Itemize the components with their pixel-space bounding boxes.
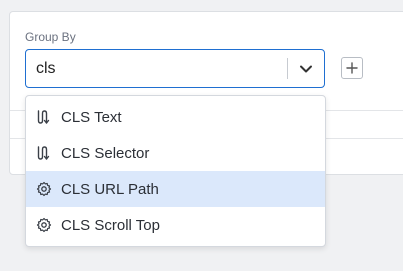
menu-item-cls-url-path[interactable]: CLS URL Path: [26, 171, 325, 207]
group-by-label: Group By: [25, 30, 76, 44]
add-group-button[interactable]: [341, 57, 363, 79]
chevron-down-icon[interactable]: [297, 60, 315, 78]
plus-icon: [346, 62, 358, 74]
gear-icon: [36, 217, 52, 233]
menu-item-label: CLS Text: [61, 108, 122, 126]
gear-icon: [36, 181, 52, 197]
select-separator: [287, 58, 288, 79]
group-by-search-input[interactable]: [36, 58, 276, 80]
menu-item-cls-selector[interactable]: CLS Selector: [26, 135, 325, 171]
menu-item-cls-text[interactable]: CLS Text: [26, 99, 325, 135]
group-by-options-menu: CLS Text CLS Selector CLS URL Path CLS S…: [25, 95, 326, 247]
menu-item-cls-scroll-top[interactable]: CLS Scroll Top: [26, 207, 325, 243]
menu-item-label: CLS Scroll Top: [61, 216, 160, 234]
text-fields-icon: [36, 109, 52, 125]
menu-item-label: CLS URL Path: [61, 180, 159, 198]
group-by-select[interactable]: [25, 49, 325, 88]
menu-item-label: CLS Selector: [61, 144, 150, 162]
text-fields-icon: [36, 145, 52, 161]
